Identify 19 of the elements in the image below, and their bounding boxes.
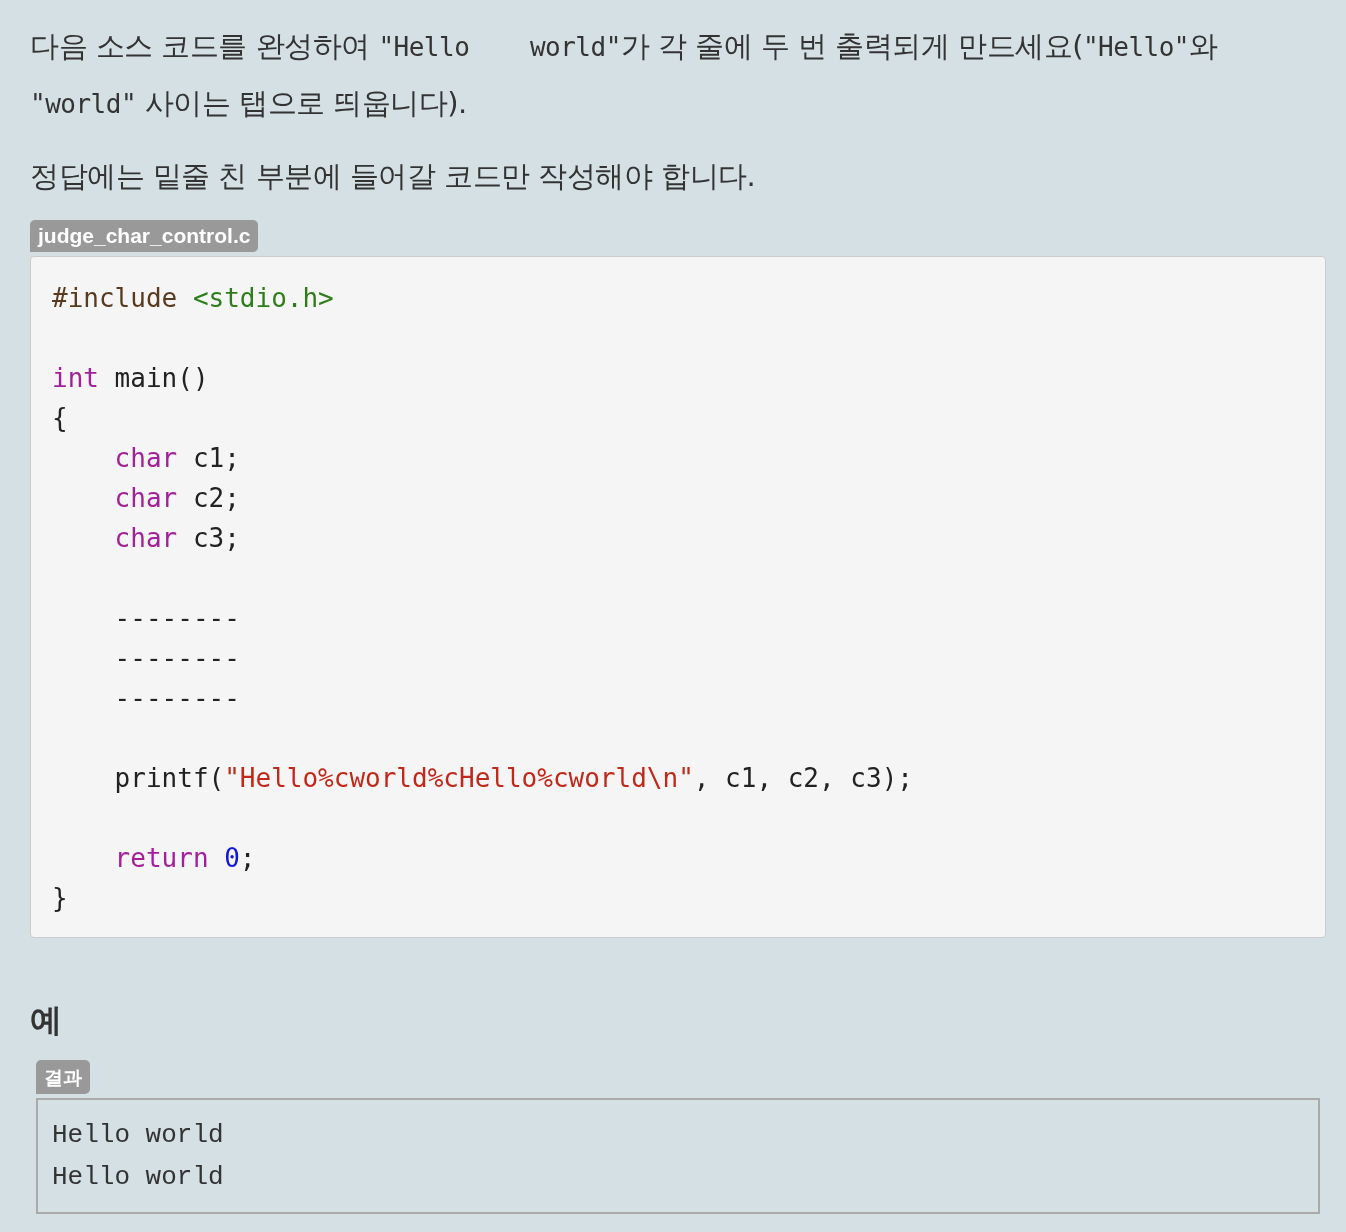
output-line: Hello world xyxy=(52,1119,224,1152)
code-line: char c2; xyxy=(113,482,240,515)
instruction-text: 정답에는 밑줄 친 부분에 들어갈 코드만 작성해야 합니다. xyxy=(30,158,757,195)
code-line: { xyxy=(52,402,68,435)
code-line: int main() xyxy=(52,362,209,395)
code-line: #include <stdio.h> xyxy=(52,282,334,315)
code-line: return 0; xyxy=(113,842,256,875)
code-line: char c1; xyxy=(113,442,240,475)
filename-label: judge_char_control.c xyxy=(30,220,259,252)
output-label: 결과 xyxy=(36,1060,90,1094)
code-line: } xyxy=(52,882,68,915)
output-line: Hello world xyxy=(52,1161,224,1194)
instruction-text: 다음 소스 코드를 완성하여 "Hello world"가 각 줄에 두 번 출력되게 만드세요("Hello"와 "world" 사이는 탭으로 띄웁니다). xyxy=(30,28,1219,122)
code-line: char c3; xyxy=(113,522,240,555)
code-line: -------- xyxy=(113,602,240,635)
section-heading: 예 xyxy=(30,1000,63,1040)
code-line: -------- xyxy=(113,682,240,715)
code-line: -------- xyxy=(113,642,240,675)
code-line: printf("Hello%cworld%cHello%cworld\n", c1, c2, c3); xyxy=(113,762,913,795)
